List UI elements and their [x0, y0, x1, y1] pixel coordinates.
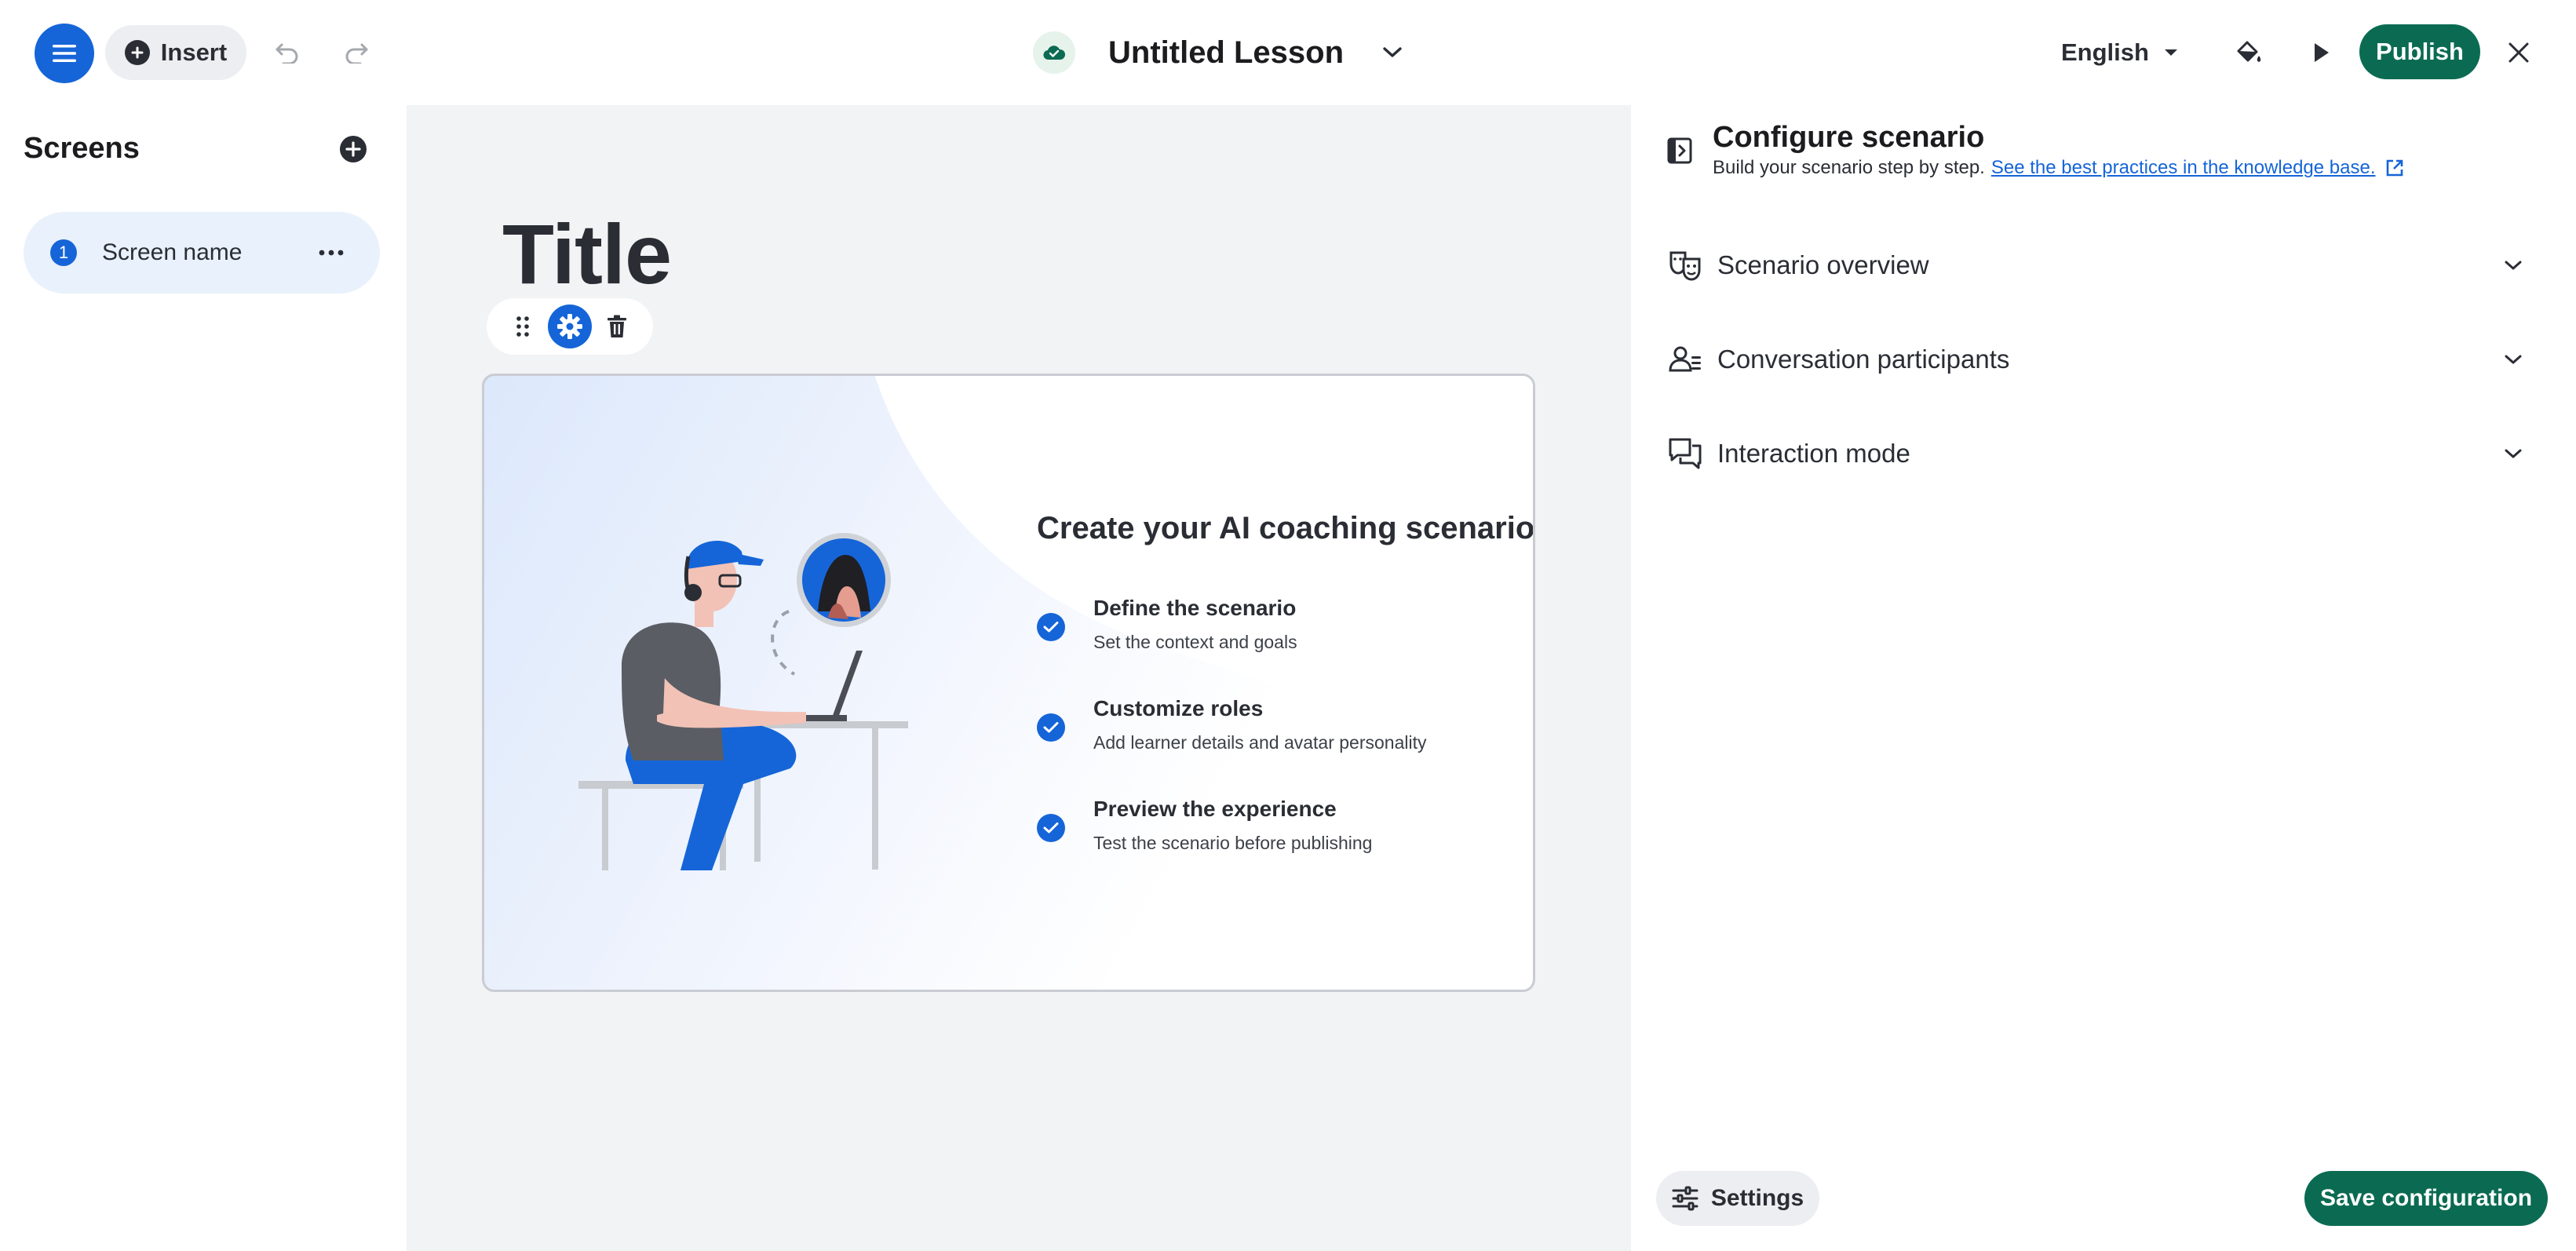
drag-handle-icon: [516, 316, 529, 337]
check-circle-icon: [1037, 713, 1065, 742]
insert-label: Insert: [160, 38, 228, 66]
hamburger-icon: [53, 45, 76, 62]
accordion-conversation-participants[interactable]: Conversation participants: [1667, 328, 2530, 391]
card-heading: Create your AI coaching scenario: [1037, 511, 1535, 545]
theater-masks-icon: [1667, 247, 1703, 283]
close-button[interactable]: [2496, 30, 2541, 75]
undo-button[interactable]: [267, 31, 308, 72]
lesson-title[interactable]: Untitled Lesson: [1108, 35, 1344, 71]
chevron-down-icon: [1383, 47, 1402, 57]
external-link-icon: [2386, 159, 2403, 177]
panel-subtitle-row: Build your scenario step by step. See th…: [1713, 157, 2404, 179]
language-label: English: [2061, 38, 2149, 66]
drag-handle-button[interactable]: [501, 305, 545, 348]
theme-button[interactable]: [2226, 30, 2271, 75]
preview-button[interactable]: [2298, 30, 2344, 75]
publish-button[interactable]: Publish: [2359, 24, 2480, 79]
sliders-icon: [1672, 1186, 1698, 1211]
check-circle-icon: [1037, 613, 1065, 641]
step-title: Customize roles: [1093, 696, 1264, 720]
settings-label: Settings: [1710, 1185, 1804, 1211]
accordion-interaction-mode[interactable]: Interaction mode: [1667, 422, 2530, 485]
step-title: Preview the experience: [1093, 797, 1337, 821]
screen-name: Screen name: [102, 239, 243, 265]
panel-title: Configure scenario: [1713, 121, 1985, 154]
slide-title[interactable]: Title: [502, 212, 672, 297]
lesson-title-group: Untitled Lesson: [1033, 25, 1410, 80]
block-settings-button[interactable]: [548, 305, 592, 348]
play-icon: [2315, 43, 2329, 62]
screen-number-badge: 1: [50, 239, 77, 266]
knowledge-base-link[interactable]: See the best practices in the knowledge …: [1991, 157, 2404, 179]
plus-circle-icon: [124, 40, 150, 65]
plus-circle-icon: [340, 136, 367, 162]
redo-icon: [345, 43, 368, 64]
screen-more-button[interactable]: [314, 235, 348, 270]
accordion-label: Conversation participants: [1717, 345, 2010, 374]
chevron-down-icon: [2496, 342, 2530, 377]
language-select[interactable]: English: [2061, 31, 2179, 74]
accordion-label: Scenario overview: [1717, 250, 1929, 279]
collapse-panel-button[interactable]: [1664, 135, 1695, 166]
step-item: Customize roles Add learner details and …: [1037, 696, 1508, 797]
delete-block-button[interactable]: [595, 305, 639, 348]
step-description: Set the context and goals: [1093, 632, 1297, 652]
paint-bucket-icon: [2237, 41, 2261, 62]
participants-icon: [1667, 341, 1703, 377]
step-description: Test the scenario before publishing: [1093, 833, 1373, 853]
accordion-label: Interaction mode: [1717, 439, 1910, 468]
menu-button[interactable]: [35, 24, 94, 83]
chevron-down-icon: [2496, 436, 2530, 471]
gear-icon: [557, 314, 582, 339]
check-circle-icon: [1037, 814, 1065, 842]
add-screen-button[interactable]: [336, 132, 370, 166]
step-item: Define the scenario Set the context and …: [1037, 596, 1508, 696]
caret-down-icon: [2164, 49, 2177, 56]
panel-subtitle: Build your scenario step by step.: [1713, 157, 1985, 178]
undo-icon: [275, 43, 298, 64]
cloud-saved-icon: [1033, 31, 1075, 74]
knowledge-base-link-text: See the best practices in the knowledge …: [1990, 157, 2376, 178]
step-description: Add learner details and avatar personali…: [1093, 732, 1427, 753]
more-horizontal-icon: [319, 250, 344, 256]
settings-button[interactable]: Settings: [1656, 1171, 1819, 1226]
trash-icon: [608, 315, 626, 337]
screen-list-item[interactable]: 1 Screen name: [24, 212, 380, 294]
chevron-down-icon: [2496, 248, 2530, 283]
accordion-scenario-overview[interactable]: Scenario overview: [1667, 234, 2530, 297]
steps-list: Define the scenario Set the context and …: [1037, 596, 1508, 897]
insert-button[interactable]: Insert: [105, 25, 246, 80]
coaching-illustration: [578, 533, 908, 870]
redo-button[interactable]: [336, 31, 377, 72]
block-toolbar: [487, 298, 653, 355]
top-bar: Insert Untitled Lesson English Publish: [0, 0, 2576, 104]
close-icon: [2508, 42, 2529, 63]
step-item: Preview the experience Test the scenario…: [1037, 797, 1508, 897]
lesson-menu-chevron[interactable]: [1375, 35, 1410, 70]
screens-title: Screens: [24, 132, 140, 165]
step-title: Define the scenario: [1093, 596, 1297, 620]
scenario-intro-card[interactable]: Create your AI coaching scenario Define …: [482, 374, 1535, 992]
chat-bubbles-icon: [1667, 436, 1703, 472]
save-configuration-button[interactable]: Save configuration: [2304, 1171, 2548, 1226]
panel-collapse-icon: [1667, 137, 1692, 164]
